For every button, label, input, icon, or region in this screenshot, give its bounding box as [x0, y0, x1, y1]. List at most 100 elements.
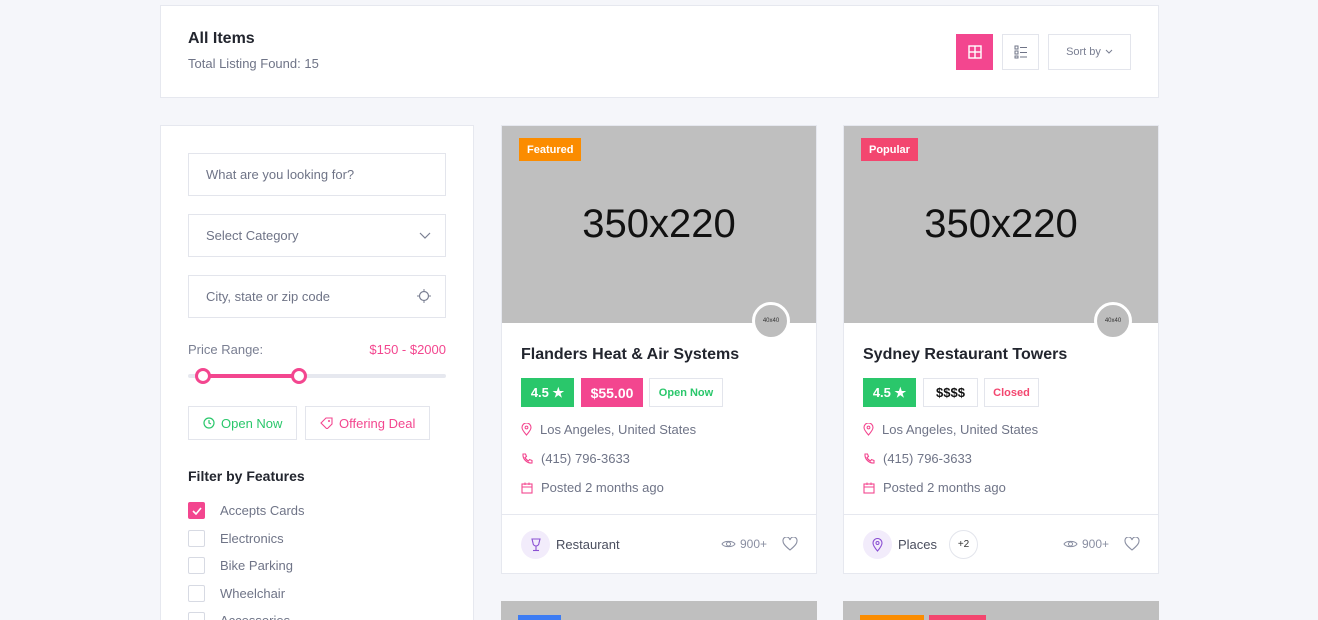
listing-card-partial[interactable]: [843, 601, 1159, 620]
views-text: 900+: [740, 537, 768, 551]
chevron-down-icon: [1105, 49, 1113, 54]
feature-checkbox-row[interactable]: Accepts Cards: [188, 502, 305, 519]
map-pin-icon: [521, 423, 532, 436]
feature-label: Accepts Cards: [220, 503, 305, 518]
price-min-handle[interactable]: [195, 368, 212, 384]
search-placeholder: What are you looking for?: [206, 167, 355, 182]
status-badge: Open Now: [649, 378, 723, 407]
price-max-handle[interactable]: [290, 368, 307, 384]
feature-label: Bike Parking: [220, 558, 293, 573]
posted-text: Posted 2 months ago: [883, 480, 1006, 495]
more-categories-badge[interactable]: +2: [949, 530, 979, 559]
checkbox[interactable]: [188, 584, 205, 602]
popular-badge: Popular: [861, 138, 918, 161]
listing-header: All Items Total Listing Found: 15 Sort b…: [160, 5, 1159, 98]
listing-phone: (415) 796-3633: [521, 451, 630, 466]
open-now-label: Open Now: [221, 415, 283, 431]
listing-phone: (415) 796-3633: [863, 451, 972, 466]
listing-location: Los Angeles, United States: [521, 422, 696, 437]
wine-glass-icon: [530, 537, 541, 551]
checkbox[interactable]: [188, 612, 205, 620]
crosshair-icon[interactable]: [417, 289, 431, 303]
price-range-label: Price Range:: [188, 342, 264, 357]
feature-checkbox-row[interactable]: Electronics: [188, 529, 284, 547]
grid-view-button[interactable]: [956, 34, 993, 70]
price-range-slider[interactable]: [188, 374, 446, 378]
phone-icon: [522, 452, 533, 464]
category-icon-circle: [863, 530, 892, 559]
clock-icon: [203, 417, 215, 429]
category-icon-circle: [521, 530, 550, 559]
open-now-filter-button[interactable]: Open Now: [188, 406, 298, 440]
rating-badge: 4.5 ★: [863, 378, 916, 407]
category-select[interactable]: Select Category: [188, 214, 446, 257]
status-badge: Closed: [984, 378, 1039, 407]
price-range-value: $150 - $2000: [369, 342, 446, 357]
featured-badge: Featured: [519, 138, 582, 161]
check-icon: [191, 506, 202, 515]
tag-icon: [320, 417, 333, 429]
views-text: 900+: [1082, 537, 1110, 551]
card-badge-partial: [518, 615, 561, 620]
feature-checkbox-row[interactable]: Accessories: [188, 612, 290, 620]
avatar[interactable]: 40x40: [1094, 302, 1132, 340]
listing-card-partial[interactable]: [501, 601, 817, 620]
listing-card[interactable]: 350x220 Featured 40x40 Flanders Heat & A…: [501, 125, 817, 574]
category-link[interactable]: Restaurant: [521, 530, 620, 559]
phone-icon: [864, 452, 875, 464]
feature-checkbox-row[interactable]: Wheelchair: [188, 584, 286, 602]
category-link[interactable]: Places +2: [863, 530, 979, 559]
location-text: Los Angeles, United States: [882, 422, 1039, 437]
listing-card[interactable]: 350x220 Popular 40x40 Sydney Restaurant …: [843, 125, 1159, 574]
card-divider: [502, 514, 816, 515]
checkbox[interactable]: [188, 502, 205, 519]
listing-title[interactable]: Sydney Restaurant Towers: [863, 346, 1067, 364]
offering-deal-filter-button[interactable]: Offering Deal: [305, 406, 431, 440]
price-range-fill: [203, 374, 299, 378]
phone-text: (415) 796-3633: [883, 451, 972, 466]
views-count: 900+: [721, 537, 767, 551]
filter-features-title: Filter by Features: [188, 468, 305, 484]
listing-count: Total Listing Found: 15: [188, 56, 319, 71]
chevron-down-icon: [419, 232, 431, 239]
map-pin-icon: [863, 423, 874, 436]
location-input[interactable]: City, state or zip code: [188, 275, 446, 318]
location-placeholder: City, state or zip code: [206, 289, 331, 304]
checkbox[interactable]: [188, 529, 205, 547]
category-label: Places: [898, 537, 938, 552]
list-icon: [1014, 45, 1027, 59]
card-badge-partial: [860, 615, 924, 620]
feature-label: Electronics: [220, 530, 284, 546]
posted-text: Posted 2 months ago: [541, 480, 664, 495]
price-badge: $55.00: [581, 378, 643, 407]
search-input[interactable]: What are you looking for?: [188, 153, 446, 196]
calendar-icon: [863, 482, 875, 494]
price-level-badge: $$$$: [923, 378, 978, 407]
card-divider: [844, 514, 1158, 515]
eye-icon: [1063, 540, 1078, 548]
avatar[interactable]: 40x40: [752, 302, 790, 340]
page-title: All Items: [188, 30, 255, 47]
feature-checkbox-row[interactable]: Bike Parking: [188, 557, 293, 574]
listing-location: Los Angeles, United States: [863, 422, 1038, 437]
category-placeholder: Select Category: [206, 228, 299, 243]
card-badge-partial: [929, 615, 986, 620]
calendar-icon: [521, 482, 533, 494]
grid-icon: [967, 45, 982, 59]
map-pin-icon: [872, 537, 883, 552]
heart-icon[interactable]: [1124, 537, 1140, 551]
listing-posted: Posted 2 months ago: [521, 480, 664, 495]
checkbox[interactable]: [188, 557, 205, 574]
list-view-button[interactable]: [1002, 34, 1039, 70]
phone-text: (415) 796-3633: [541, 451, 630, 466]
location-text: Los Angeles, United States: [540, 422, 697, 437]
views-count: 900+: [1063, 537, 1109, 551]
eye-icon: [721, 540, 736, 548]
feature-label: Wheelchair: [220, 585, 286, 601]
category-label: Restaurant: [556, 537, 620, 552]
sort-by-dropdown[interactable]: Sort by: [1048, 34, 1131, 70]
heart-icon[interactable]: [782, 537, 798, 551]
listing-title[interactable]: Flanders Heat & Air Systems: [521, 346, 739, 364]
filter-sidebar: What are you looking for? Select Categor…: [160, 125, 474, 620]
feature-label: Accessories: [220, 613, 290, 620]
